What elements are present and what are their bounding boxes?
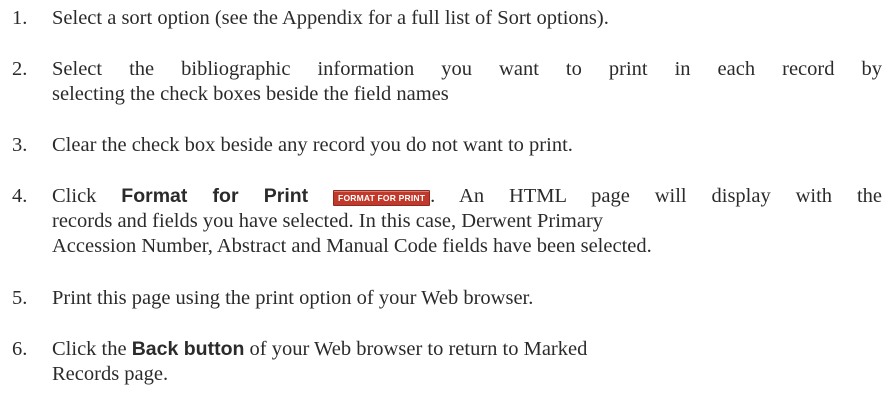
step-2-text: Select the bibliographic information you… bbox=[52, 57, 882, 107]
step-4-text: Click Format for Print FORMAT FOR PRINT.… bbox=[52, 184, 882, 259]
step-6-number: 6. bbox=[12, 338, 28, 360]
format-for-print-button[interactable]: FORMAT FOR PRINT bbox=[333, 190, 431, 206]
step-3-line-1: Clear the check box beside any record yo… bbox=[52, 134, 573, 156]
step-1-line-1: Select a sort option (see the Appendix f… bbox=[52, 7, 609, 29]
step-4-number: 4. bbox=[12, 185, 28, 207]
step-6-line-1-rest: of your Web browser to return to Marked bbox=[244, 338, 588, 360]
step-1-text: Select a sort option (see the Appendix f… bbox=[52, 6, 882, 31]
step-6-line-2: Records page. bbox=[52, 363, 169, 385]
back-button-label: Back button bbox=[131, 338, 245, 360]
step-3-text: Clear the check box beside any record yo… bbox=[52, 133, 882, 158]
step-2-line-2: selecting the check boxes beside the fie… bbox=[52, 83, 449, 105]
step-6-prefix: Click the bbox=[52, 338, 132, 360]
step-3-number: 3. bbox=[12, 134, 28, 156]
step-5-text: Print this page using the print option o… bbox=[52, 286, 882, 311]
step-1-number: 1. bbox=[12, 7, 28, 29]
step-4-line-1: Click Format for Print FORMAT FOR PRINT.… bbox=[52, 184, 882, 209]
step-5-line-1: Print this page using the print option o… bbox=[52, 287, 534, 309]
step-4-prefix: Click bbox=[52, 185, 122, 207]
step-2-number: 2. bbox=[12, 58, 28, 80]
step-4-line-1-rest: . An HTML page will display with the bbox=[430, 185, 882, 207]
step-6-text: Click the Back button of your Web browse… bbox=[52, 337, 882, 387]
step-2-line-1: Select the bibliographic information you… bbox=[52, 58, 882, 80]
step-4-line-2: records and fields you have selected. In… bbox=[52, 210, 604, 232]
step-6-line-1: Click the Back button of your Web browse… bbox=[52, 337, 882, 362]
step-4-line-3: Accession Number, Abstract and Manual Co… bbox=[52, 235, 652, 257]
instruction-list: 1. Select a sort option (see the Appendi… bbox=[0, 0, 888, 398]
format-for-print-label: Format for Print bbox=[121, 185, 309, 207]
step-5-number: 5. bbox=[12, 287, 28, 309]
